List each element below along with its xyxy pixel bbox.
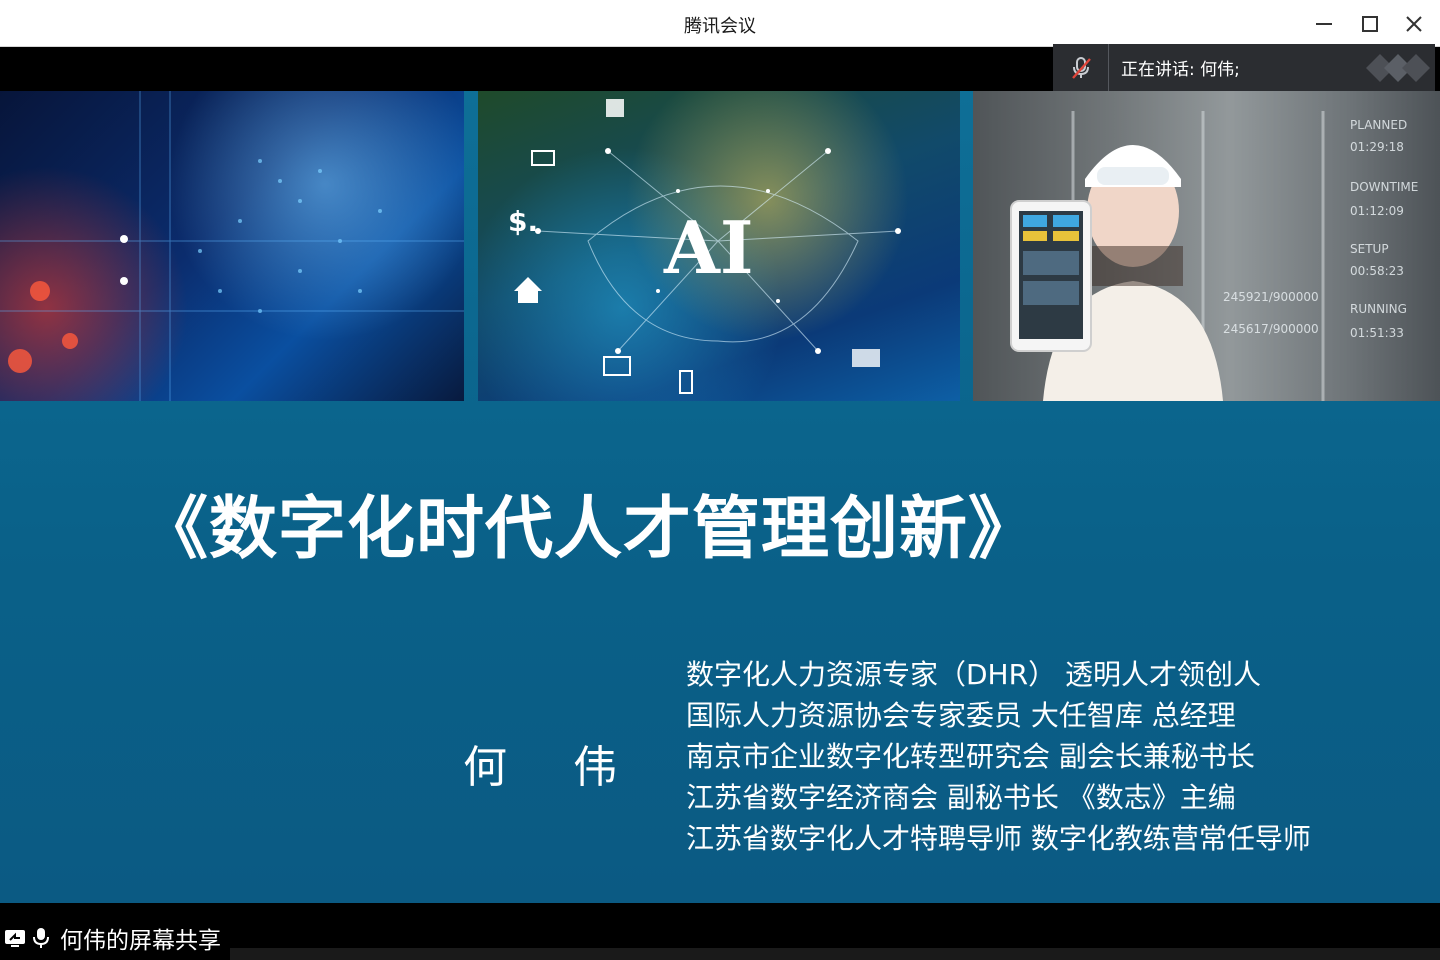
- mic-icon: [30, 927, 52, 949]
- close-icon: [1406, 16, 1422, 32]
- svg-text:01:51:33: 01:51:33: [1350, 326, 1404, 340]
- tencent-meeting-logo: [1359, 44, 1435, 91]
- maximize-button[interactable]: [1350, 8, 1390, 40]
- svg-text:AI: AI: [663, 205, 754, 290]
- svg-text:00:58:23: 00:58:23: [1350, 264, 1404, 278]
- svg-text:01:29:18: 01:29:18: [1350, 140, 1404, 154]
- svg-text:DOWNTIME: DOWNTIME: [1350, 180, 1418, 194]
- svg-text:PLANNED: PLANNED: [1350, 118, 1407, 132]
- speaking-now-text: 正在讲话: 何伟;: [1121, 60, 1240, 80]
- svg-text:245617/900000: 245617/900000: [1223, 322, 1319, 336]
- slide-image-engineer-tablet: PLANNED 01:29:18 DOWNTIME 01:12:09 SETUP…: [973, 91, 1440, 401]
- credential-line: 南京市企业数字化转型研究会 副会长兼秘书长: [686, 740, 1255, 773]
- close-button[interactable]: [1394, 8, 1434, 40]
- slide-title: 《数字化时代人才管理创新》: [140, 490, 1038, 569]
- screen-share-label: 何伟的屏幕共享: [0, 919, 240, 957]
- presenter-credentials: 数字化人力资源专家（DHR） 透明人才领创人 国际人力资源协会专家委员 大任智库…: [686, 654, 1426, 859]
- maximize-icon: [1362, 16, 1378, 32]
- slide-image-data-world-map: [0, 91, 464, 401]
- credential-line: 国际人力资源协会专家委员 大任智库 总经理: [686, 699, 1236, 732]
- mic-off-icon: [1071, 56, 1091, 79]
- svg-text:RUNNING: RUNNING: [1350, 302, 1407, 316]
- active-speaker-banner: 正在讲话: 何伟;: [1053, 44, 1435, 91]
- credential-line: 江苏省数字经济商会 副秘书长 《数志》主编: [686, 781, 1236, 814]
- credential-line: 数字化人力资源专家（DHR） 透明人才领创人: [686, 658, 1261, 691]
- svg-text:01:12:09: 01:12:09: [1350, 204, 1404, 218]
- screen-share-icon: [4, 927, 26, 949]
- window-title: 腾讯会议: [684, 16, 756, 37]
- title-bar: 腾讯会议: [0, 0, 1440, 47]
- presenter-name: 何 伟: [463, 742, 643, 793]
- shared-slide: AI $. PLANNED 01:29:18 DOWNTIME 01:12:09…: [0, 91, 1440, 903]
- minimize-icon: [1316, 23, 1332, 25]
- screen-share-owner: 何伟的屏幕共享: [60, 928, 221, 954]
- svg-text:SETUP: SETUP: [1350, 242, 1389, 256]
- minimize-button[interactable]: [1304, 8, 1344, 40]
- credential-line: 江苏省数字化人才特聘导师 数字化教练营常任导师: [686, 822, 1311, 855]
- svg-text:245921/900000: 245921/900000: [1223, 290, 1319, 304]
- slide-image-ai-brain: AI $.: [478, 91, 960, 401]
- bottom-strip: [230, 948, 1440, 960]
- svg-text:$.: $.: [508, 205, 538, 238]
- mic-off-indicator: [1053, 44, 1109, 91]
